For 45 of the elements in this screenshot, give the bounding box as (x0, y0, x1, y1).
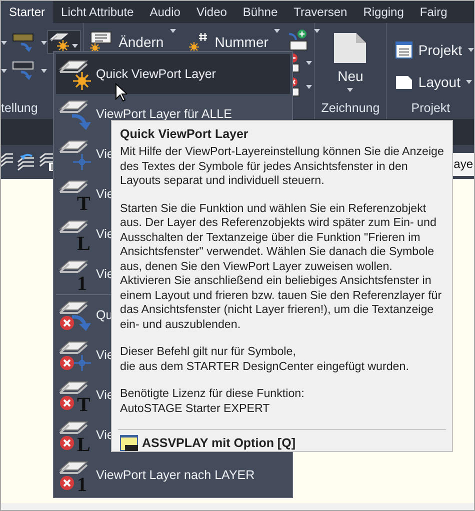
viewport-layer-button[interactable] (47, 30, 81, 54)
ribbon-tab[interactable]: Bühne (234, 1, 286, 23)
panel-label: Projekt (410, 101, 452, 117)
new-drawing-button[interactable]: Neu (314, 23, 386, 101)
mouse-pointer-icon (115, 83, 127, 102)
ribbon-tab[interactable]: Video (188, 1, 235, 23)
document-list-icon (395, 41, 414, 59)
ribbon-tab[interactable]: Licht Attribute (53, 1, 142, 23)
tooltip-paragraph: Starten Sie die Funktion und wählen Sie ein Referenzobjekt aus. Der Layer des Referenzobjekts wird später zum Ein- und Ausschalten der Textanzeige über die Funktion "Frieren im Ansichtsfenster" verwendet. Wählen Sie danach die Symbole aus, denen Sie den ViewPort Layer zuweisen wollen. Aktivieren Sie anschließend ein beliebiges Ansichtsfenster in einem Layout und frieren bzw. tauen Sie den Referenzlayer für das Ansichtsfenster (nicht Layer frieren!), um die Textanzeige ein- und auszublenden. (120, 202, 443, 332)
menu-item[interactable]: Quick ViewPort Layer (56, 54, 290, 94)
project-button[interactable]: Projekt (395, 37, 462, 63)
dropdown-caret-icon[interactable] (306, 61, 312, 65)
dropdown-caret-icon[interactable] (306, 85, 312, 89)
ribbon-tab[interactable]: Rigging (355, 1, 412, 23)
ribbon-tab[interactable]: Starter (1, 1, 54, 23)
tooltip-paragraph: Dieser Befehl gilt nur für Symbole, die aus dem STARTER DesignCenter eingefügt wurden. (120, 345, 410, 374)
dropdown-caret-icon[interactable] (314, 29, 320, 33)
ribbon-tab[interactable]: Traversen (286, 1, 356, 23)
text-add-icon[interactable] (288, 29, 308, 51)
page-icon (333, 32, 368, 64)
dropdown-caret-icon[interactable] (41, 69, 47, 73)
dropdown-caret-icon[interactable] (1, 41, 7, 45)
dropdown-caret-icon[interactable] (1, 69, 7, 73)
tooltip-paragraph: Benötigte Lizenz für diese Funktion: AutoSTAGE Starter EXPERT (120, 387, 306, 416)
panel-label: Zeichnung (320, 101, 381, 117)
dropdown-caret-icon[interactable] (41, 41, 47, 45)
panel-label: tellung (1, 101, 39, 117)
layers-arrow-icon[interactable] (16, 152, 36, 172)
menu-item[interactable]: 1 ViewPort Layer nach LAYER (56, 455, 255, 495)
dropdown-caret-icon[interactable] (274, 29, 280, 33)
swatch-arrow-icon[interactable] (12, 61, 36, 81)
ribbon-tab[interactable]: Audio (142, 1, 188, 23)
dropdown-caret-icon[interactable] (468, 48, 474, 52)
command-icon (120, 435, 138, 451)
dropdown-caret-icon (347, 88, 354, 92)
dropdown-caret-icon[interactable] (170, 29, 176, 33)
command-name: ASSVPLAY mit Option [Q] (142, 436, 296, 450)
swatch-arrow-icon[interactable] (12, 33, 36, 53)
layout-tab[interactable]: aye (452, 153, 474, 176)
tooltip-title: Quick ViewPort Layer (120, 127, 250, 141)
layout-button[interactable]: Layout (395, 69, 460, 95)
tooltip-paragraph: Mit Hilfe der ViewPort-Layereinstellung können Sie die Anzeige des Textes der Symbole für jedes Ansichtsfenster in den Layouts separat und individuell steuern. (120, 145, 444, 188)
page-icon (395, 74, 414, 90)
dropdown-caret-icon[interactable] (466, 80, 472, 84)
ribbon-tab[interactable]: Fairg (412, 1, 448, 23)
